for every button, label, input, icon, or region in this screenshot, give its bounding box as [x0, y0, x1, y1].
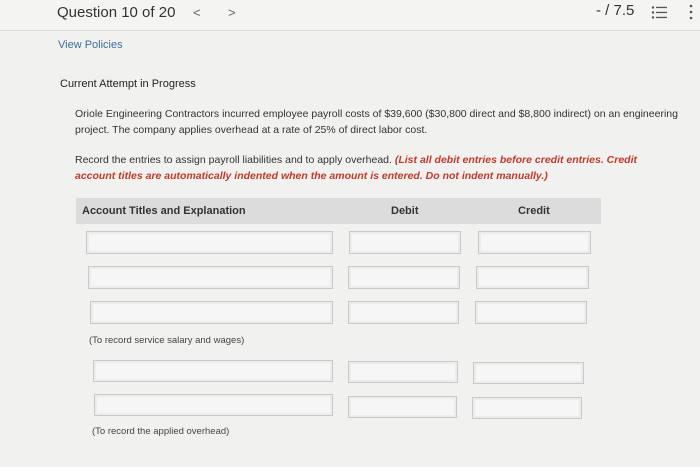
credit-input[interactable] — [478, 231, 591, 254]
top-bar: Question 10 of 20 < > - / 7.5 — [0, 0, 700, 30]
next-question-button[interactable]: > — [228, 5, 236, 20]
problem-statement: Oriole Engineering Contractors incurred … — [75, 108, 678, 136]
more-vertical-icon[interactable] — [688, 2, 694, 22]
debit-input[interactable] — [348, 266, 460, 289]
debit-input[interactable] — [348, 301, 459, 324]
credit-input[interactable] — [472, 397, 582, 419]
debit-input[interactable] — [349, 231, 461, 254]
entry-2-explanation: (To record the applied overhead) — [92, 426, 230, 437]
attempt-status: Current Attempt in Progress — [60, 78, 196, 90]
instructions-text: Record the entries to assign payroll lia… — [75, 154, 395, 166]
credit-input[interactable] — [476, 266, 589, 289]
account-title-input[interactable] — [90, 301, 333, 324]
credit-header: Credit — [518, 205, 550, 217]
account-title-input[interactable] — [86, 231, 333, 254]
credit-input[interactable] — [473, 362, 584, 384]
account-titles-header: Account Titles and Explanation — [82, 205, 246, 217]
entry-1-explanation: (To record service salary and wages) — [89, 335, 245, 346]
credit-input[interactable] — [475, 301, 587, 324]
debit-header: Debit — [391, 205, 419, 217]
account-title-input[interactable] — [93, 360, 333, 382]
question-title: Question 10 of 20 — [57, 4, 176, 21]
journal-table-header: Account Titles and Explanation Debit Cre… — [76, 198, 601, 224]
debit-input[interactable] — [348, 361, 458, 383]
view-policies-link[interactable]: View Policies — [58, 39, 123, 51]
score-display: - / 7.5 — [596, 2, 635, 19]
header-divider — [0, 30, 700, 31]
debit-input[interactable] — [348, 396, 457, 418]
account-title-input[interactable] — [94, 394, 333, 416]
list-icon[interactable] — [651, 5, 667, 20]
account-title-input[interactable] — [88, 266, 333, 289]
previous-question-button[interactable]: < — [193, 5, 201, 20]
instructions: Record the entries to assign payroll lia… — [75, 152, 680, 184]
